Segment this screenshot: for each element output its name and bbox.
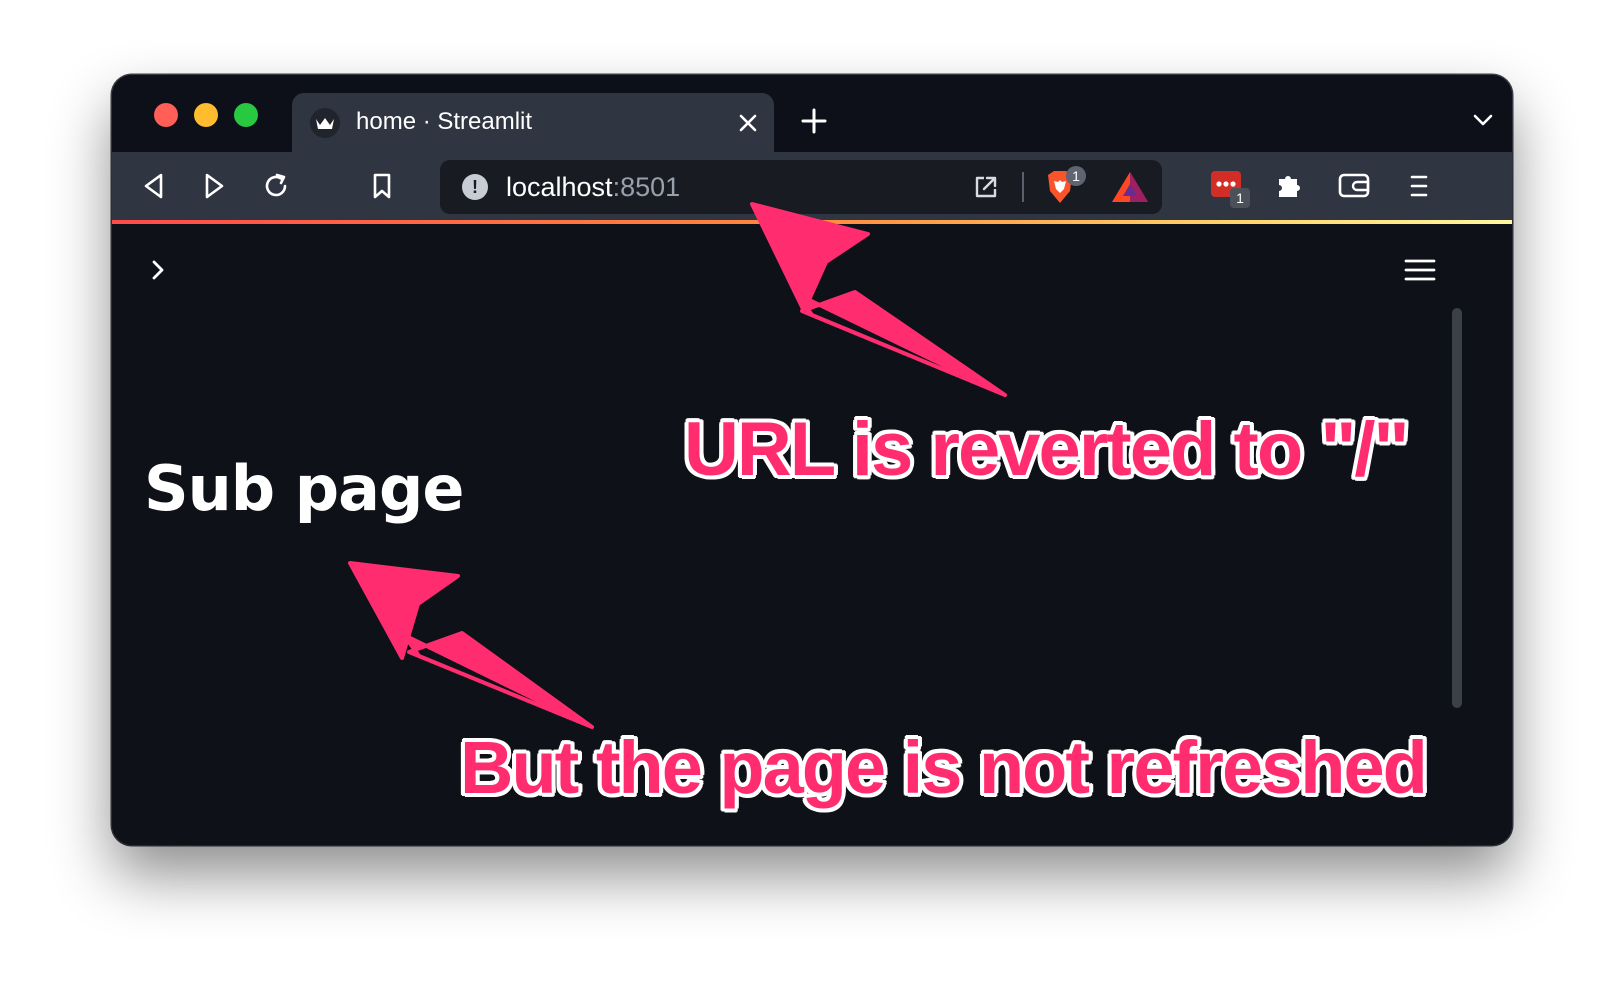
page-title: Sub page [144, 452, 464, 525]
chevron-down-icon[interactable] [1472, 112, 1494, 128]
back-arrow-icon[interactable] [140, 170, 168, 202]
shields-count-badge: 1 [1066, 166, 1086, 186]
browser-menu-icon[interactable] [1406, 170, 1432, 202]
extensions-puzzle-icon[interactable] [1272, 168, 1306, 202]
chevron-right-icon[interactable] [146, 258, 170, 282]
reload-icon[interactable] [260, 170, 292, 202]
url-port: :8501 [612, 172, 681, 202]
bookmark-icon[interactable] [368, 170, 396, 202]
tab-title: home · Streamlit [356, 108, 533, 135]
url-host: localhost [506, 172, 613, 202]
url-text[interactable]: localhost:8501 [506, 172, 680, 203]
url-divider [1022, 172, 1024, 202]
site-info-icon[interactable]: ! [462, 174, 488, 200]
scrollbar[interactable] [1452, 308, 1462, 708]
tab-home-streamlit[interactable]: home · Streamlit [292, 93, 774, 152]
forward-arrow-icon[interactable] [200, 170, 228, 202]
minimize-window-button[interactable] [194, 103, 218, 127]
address-bar[interactable]: ! localhost:8501 1 [440, 160, 1162, 214]
maximize-window-button[interactable] [234, 103, 258, 127]
close-tab-icon[interactable] [737, 112, 759, 134]
browser-toolbar: ! localhost:8501 1 1 [112, 152, 1512, 220]
annotation-page-note: But the page is not refreshed [460, 726, 1428, 809]
brave-rewards-icon[interactable] [1110, 170, 1150, 204]
close-window-button[interactable] [154, 103, 178, 127]
tab-strip: home · Streamlit [112, 75, 1512, 152]
annotation-url-note: URL is reverted to "/" [684, 407, 1410, 492]
extension-count-badge: 1 [1230, 188, 1250, 208]
streamlit-crown-icon [310, 108, 340, 138]
hamburger-menu-icon[interactable] [1404, 258, 1436, 282]
wallet-icon[interactable] [1336, 168, 1372, 202]
new-tab-icon[interactable] [800, 107, 828, 135]
share-icon[interactable] [972, 173, 1000, 201]
